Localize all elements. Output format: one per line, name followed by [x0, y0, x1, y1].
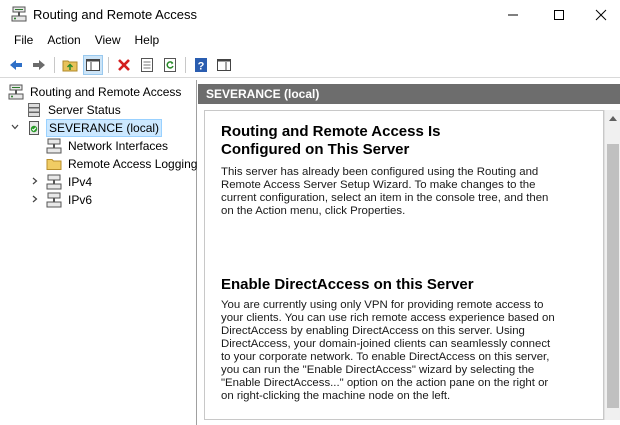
- up-folder-icon[interactable]: [60, 55, 80, 75]
- properties-icon[interactable]: [137, 55, 157, 75]
- show-hide-action-pane-icon[interactable]: [214, 55, 234, 75]
- tree-item-label: IPv6: [68, 193, 93, 207]
- scroll-up-icon[interactable]: [605, 110, 620, 126]
- console-tree: Routing and Remote Access Server Status …: [0, 80, 197, 425]
- section2-text-line: DirectAccess by enabling DirectAccess on…: [221, 325, 525, 337]
- tree-item-label: Network Interfaces: [68, 139, 169, 153]
- show-hide-tree-icon[interactable]: [83, 55, 103, 75]
- vertical-scrollbar[interactable]: [604, 110, 620, 420]
- close-button[interactable]: [582, 0, 620, 30]
- refresh-icon[interactable]: [160, 55, 180, 75]
- tree-root[interactable]: Routing and Remote Access: [8, 83, 183, 101]
- menu-help[interactable]: Help: [128, 30, 167, 50]
- routing-server-icon: [8, 84, 24, 100]
- tree-item-severance[interactable]: SEVERANCE (local): [26, 119, 163, 137]
- window-title: Routing and Remote Access: [33, 7, 198, 22]
- folder-icon: [46, 156, 62, 172]
- section2-text-line: on right-clicking the machine node on th…: [221, 390, 451, 402]
- scrollbar-thumb[interactable]: [607, 144, 619, 408]
- minimize-button[interactable]: [490, 0, 536, 30]
- forward-arrow-icon[interactable]: [29, 55, 49, 75]
- section2-text-line: "Enable DirectAccess..." option on the a…: [221, 377, 549, 389]
- section2-text-line: your clients. You can use rich remote ac…: [221, 312, 555, 324]
- tree-item-ipv4[interactable]: IPv4: [46, 173, 94, 191]
- section1-title-line1: Routing and Remote Access Is: [221, 123, 441, 140]
- menu-bar: File Action View Help: [0, 30, 620, 50]
- section2-text-line: DirectAccess, your domain-joined clients…: [221, 338, 551, 350]
- toolbar: ?: [0, 52, 620, 78]
- details-pane: SEVERANCE (local) Routing and Remote Acc…: [198, 80, 620, 425]
- section2-text-line: you can run the "Enable DirectAccess" wi…: [221, 364, 535, 376]
- routing-server-icon: [11, 6, 27, 22]
- tree-root-label: Routing and Remote Access: [30, 85, 182, 99]
- section2-text-line: You are currently using only VPN for pro…: [221, 299, 544, 311]
- section2-text-line: to your corporate network. To enable Dir…: [221, 351, 550, 363]
- section1-text-line: current configuration, select an item in…: [221, 192, 549, 204]
- server-status-icon: [26, 102, 42, 118]
- toolbar-separator: [54, 57, 55, 73]
- section1-text-line: Remote Access Server Setup Wizard. To ma…: [221, 179, 536, 191]
- network-icon: [46, 174, 62, 190]
- tree-item-remote-access-logging[interactable]: Remote Access Logging: [46, 155, 199, 173]
- toolbar-separator: [108, 57, 109, 73]
- details-header: SEVERANCE (local): [198, 84, 620, 104]
- section1-text-line: on the Action menu, click Properties.: [221, 205, 406, 217]
- menu-file[interactable]: File: [7, 30, 40, 50]
- server-icon: [26, 120, 42, 136]
- tree-item-ipv6[interactable]: IPv6: [46, 191, 94, 209]
- tree-item-server-status[interactable]: Server Status: [26, 101, 123, 119]
- back-arrow-icon[interactable]: [6, 55, 26, 75]
- section1-text-line: This server has already been configured …: [221, 166, 539, 178]
- menu-action[interactable]: Action: [40, 30, 87, 50]
- tree-item-label: Remote Access Logging: [68, 157, 198, 171]
- tree-item-network-interfaces[interactable]: Network Interfaces: [46, 137, 170, 155]
- toolbar-separator: [185, 57, 186, 73]
- maximize-button[interactable]: [536, 0, 582, 30]
- chevron-right-icon[interactable]: [30, 194, 40, 207]
- title-bar: Routing and Remote Access: [0, 0, 620, 30]
- chevron-down-icon[interactable]: [10, 122, 20, 135]
- delete-icon[interactable]: [114, 55, 134, 75]
- network-interface-icon: [46, 138, 62, 154]
- details-content: Routing and Remote Access Is Configured …: [204, 110, 604, 420]
- help-icon[interactable]: ?: [191, 55, 211, 75]
- tree-item-label: SEVERANCE (local): [46, 119, 163, 137]
- menu-view[interactable]: View: [88, 30, 128, 50]
- section2-title: Enable DirectAccess on this Server: [221, 276, 474, 293]
- network-icon: [46, 192, 62, 208]
- tree-item-label: Server Status: [48, 103, 121, 117]
- section1-title-line2: Configured on This Server: [221, 141, 410, 158]
- svg-text:?: ?: [198, 61, 205, 73]
- tree-item-label: IPv4: [68, 175, 93, 189]
- chevron-right-icon[interactable]: [30, 176, 40, 189]
